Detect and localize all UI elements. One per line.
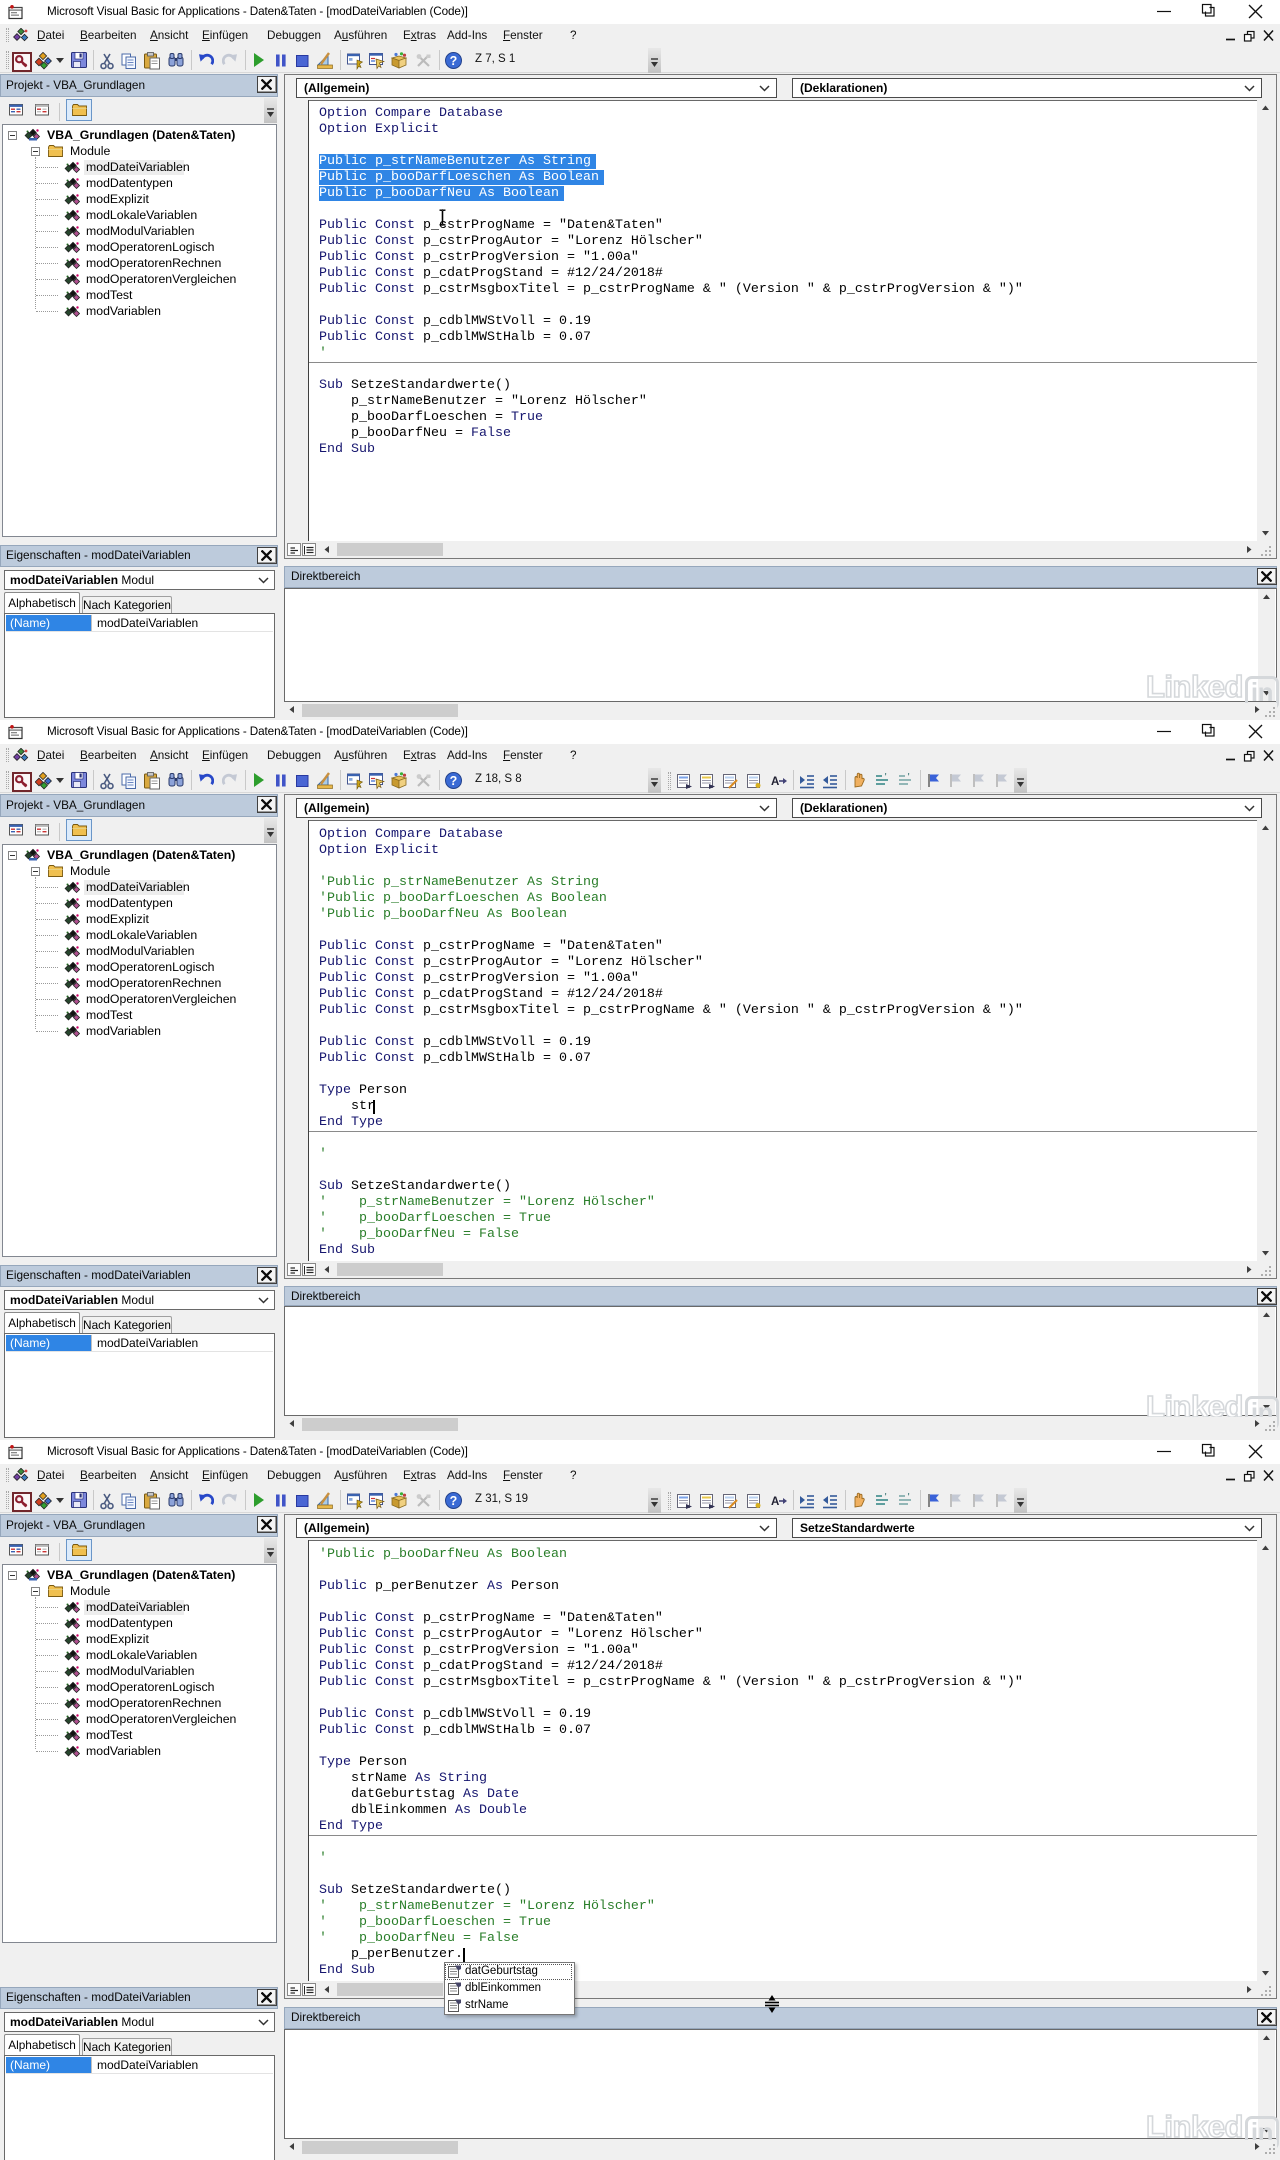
svg-text:': ' (906, 1493, 911, 1502)
svg-text:?: ? (450, 1494, 458, 1508)
svg-text:': ' (883, 1493, 888, 1502)
svg-text:A: A (771, 776, 779, 788)
svg-text:?: ? (450, 774, 458, 788)
svg-text:': ' (906, 773, 911, 782)
svg-text:': ' (883, 773, 888, 782)
svg-text:A: A (771, 1496, 779, 1508)
svg-text:?: ? (450, 54, 458, 68)
